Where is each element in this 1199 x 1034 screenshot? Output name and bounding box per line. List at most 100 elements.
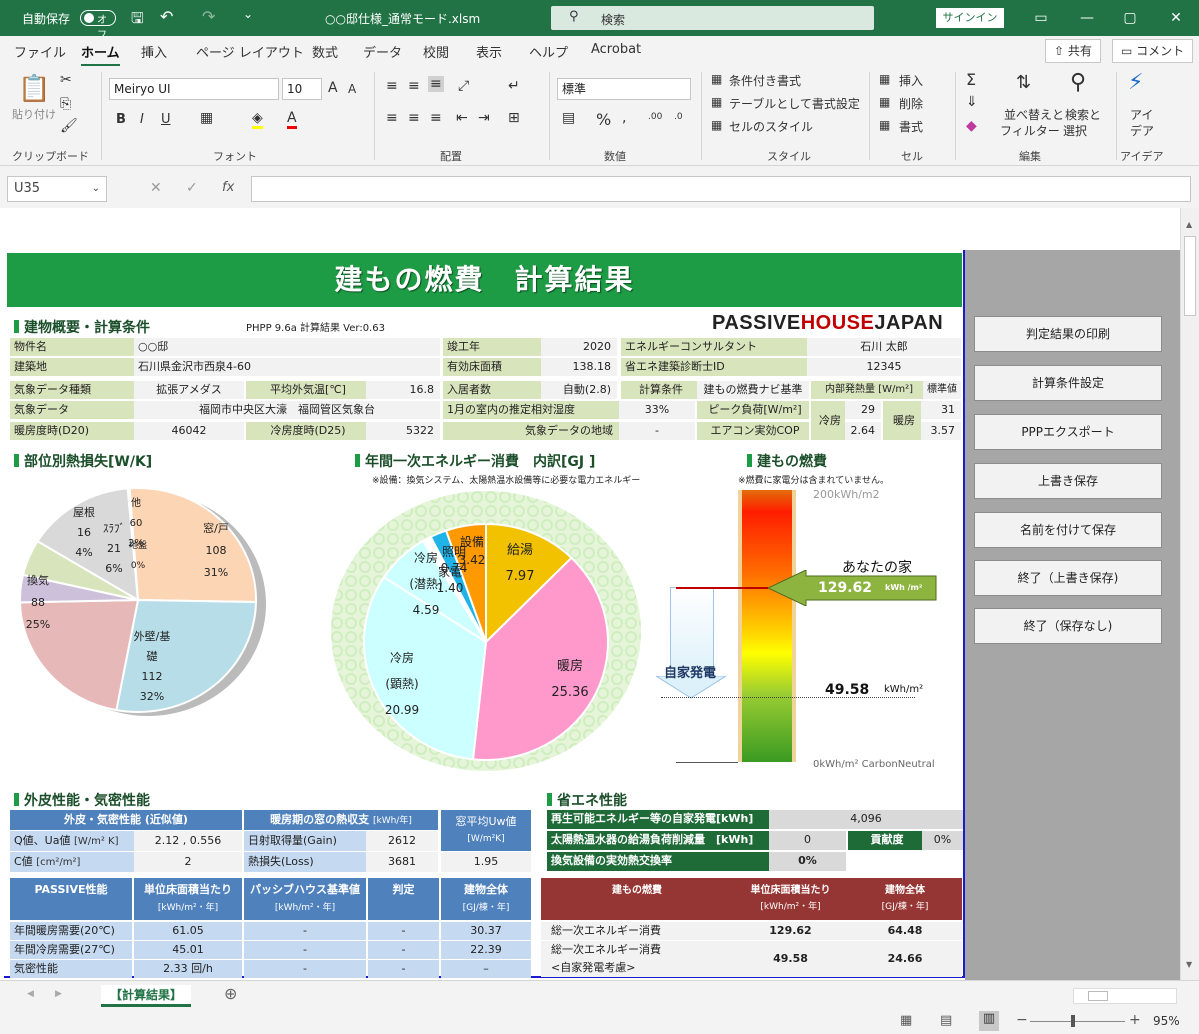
diag-value[interactable]: 12345 (807, 358, 961, 376)
add-sheet-icon[interactable]: ⊕ (224, 984, 237, 1003)
scroll-up-icon[interactable]: ▲ (1186, 220, 1192, 229)
tab-scroll-left-icon[interactable]: ◀ (27, 989, 34, 999)
calc-value[interactable]: 建もの燃費ナビ基準 (697, 381, 809, 399)
occ-value[interactable]: 自動(2.8) (541, 381, 617, 399)
year-value[interactable]: 2020 (541, 338, 617, 356)
format-painter-icon[interactable]: 🖌 (60, 118, 78, 134)
copy-icon[interactable]: ⎘ (60, 96, 71, 112)
format-table-icon[interactable]: ▦ (711, 95, 722, 109)
delete-cells-button[interactable]: 削除 (899, 95, 923, 112)
close-icon[interactable]: ✕ (1166, 8, 1186, 28)
cut-icon[interactable]: ✂ (60, 72, 72, 88)
tab-scroll-right-icon[interactable]: ▶ (55, 989, 62, 999)
vertical-scrollbar[interactable]: ▲ ▼ (1180, 208, 1199, 980)
signin-button[interactable]: サインイン (936, 8, 1004, 28)
ideas-label-2[interactable]: デア (1130, 122, 1154, 139)
fill-color-icon[interactable]: ◈ (252, 110, 263, 129)
comma-icon[interactable]: , (622, 110, 626, 126)
decrease-decimal-icon[interactable]: .0 (674, 112, 683, 122)
orientation-icon[interactable]: ⤢ (458, 78, 469, 94)
format-cells-icon[interactable]: ▦ (879, 118, 890, 132)
find-select-label-1[interactable]: 検索と (1065, 106, 1101, 123)
grow-font-icon[interactable]: A (328, 80, 338, 96)
macro-button-4[interactable]: 上書き保存 (974, 463, 1162, 499)
macro-button-3[interactable]: PPPエクスポート (974, 414, 1162, 450)
page-break-view-icon[interactable]: ▥ (979, 1011, 999, 1031)
search-box[interactable]: ⚲ 検索 (551, 6, 874, 30)
tab-home[interactable]: ホーム (81, 42, 120, 67)
ideas-icon[interactable]: ⚡ (1128, 70, 1143, 95)
sort-filter-icon[interactable]: ⇅ (1016, 72, 1031, 93)
normal-view-icon[interactable]: ▦ (900, 1013, 912, 1028)
indent-increase-icon[interactable]: ⇥ (478, 110, 490, 126)
clear-icon[interactable]: ◆ (966, 118, 977, 134)
maximize-icon[interactable]: ▢ (1120, 8, 1140, 28)
page-layout-view-icon[interactable]: ▤ (940, 1013, 952, 1028)
align-right-icon[interactable]: ≡ (430, 110, 442, 126)
bold-icon[interactable]: B (116, 112, 126, 127)
wx-type-value[interactable]: 拡張アメダス (134, 381, 244, 399)
insert-cells-icon[interactable]: ▦ (879, 72, 890, 86)
font-size-select[interactable]: 10 (282, 78, 322, 100)
consultant-value[interactable]: 石川 太郎 (807, 338, 961, 356)
save-icon[interactable]: 🖫 (131, 8, 144, 33)
comment-button[interactable]: ▭ コメント (1112, 39, 1194, 63)
enter-icon[interactable]: ✓ (186, 180, 198, 196)
zoom-level[interactable]: 95% (1153, 1014, 1180, 1028)
redo-icon[interactable]: ↷ (202, 7, 215, 26)
conditional-format-button[interactable]: 条件付き書式 (729, 72, 801, 89)
tab-view[interactable]: 表示 (476, 42, 502, 61)
font-color-icon[interactable]: A (287, 110, 297, 129)
number-format-select[interactable]: 標準 (557, 78, 691, 100)
bukken-value[interactable]: ○○邸 (134, 338, 440, 356)
sort-filter-label-2[interactable]: フィルター (1000, 122, 1060, 139)
paste-label[interactable]: 貼り付け (12, 106, 56, 122)
macro-button-7[interactable]: 終了（保存なし) (974, 608, 1162, 644)
tab-insert[interactable]: 挿入 (141, 42, 167, 61)
wx-value[interactable]: 福岡市中央区大濠 福岡管区気象台 (134, 401, 440, 419)
delete-cells-icon[interactable]: ▦ (879, 95, 890, 109)
align-left-icon[interactable]: ≡ (386, 110, 398, 126)
undo-icon[interactable]: ↶ (160, 7, 173, 26)
underline-icon[interactable]: U (161, 112, 171, 127)
tab-review[interactable]: 校閲 (423, 42, 449, 61)
macro-button-5[interactable]: 名前を付けて保存 (974, 512, 1162, 548)
fill-icon[interactable]: ⇓ (966, 94, 978, 110)
macro-button-6[interactable]: 終了（上書き保存) (974, 560, 1162, 596)
macro-button-2[interactable]: 計算条件設定 (974, 365, 1162, 401)
name-box[interactable]: U35 ⌄ (7, 176, 107, 202)
minimize-icon[interactable]: — (1077, 8, 1097, 28)
tab-help[interactable]: ヘルプ (529, 42, 568, 61)
find-select-label-2[interactable]: 選択 (1063, 122, 1087, 139)
horizontal-scrollbar[interactable] (1073, 988, 1177, 1004)
zoom-slider-thumb[interactable] (1071, 1015, 1075, 1027)
sheet-tab-results[interactable]: 【計算結果】 (101, 985, 191, 1007)
scroll-down-icon[interactable]: ▼ (1186, 960, 1192, 969)
italic-icon[interactable]: I (140, 112, 144, 127)
cell-styles-button[interactable]: セルのスタイル (729, 118, 813, 135)
align-middle-icon[interactable]: ≡ (408, 78, 420, 94)
wrap-text-icon[interactable]: ↵ (508, 78, 520, 94)
autosave-toggle[interactable]: オフ (80, 10, 116, 41)
formula-input[interactable] (251, 176, 1191, 202)
zoom-slider[interactable] (1030, 1021, 1125, 1022)
paste-icon[interactable]: 📋 (18, 74, 50, 104)
ideas-label-1[interactable]: アイ (1130, 106, 1153, 123)
autosum-icon[interactable]: Σ (966, 70, 976, 89)
increase-decimal-icon[interactable]: .00 (648, 112, 662, 122)
align-top-icon[interactable]: ≡ (386, 78, 398, 94)
cell-styles-icon[interactable]: ▦ (711, 118, 722, 132)
zoom-in-icon[interactable]: + (1129, 1012, 1141, 1028)
align-bottom-icon[interactable]: ≡ (428, 76, 444, 92)
macro-button-1[interactable]: 判定結果の印刷 (974, 316, 1162, 352)
tab-acrobat[interactable]: Acrobat (591, 42, 641, 57)
font-name-select[interactable]: Meiryo UI (109, 78, 279, 100)
cancel-icon[interactable]: ✕ (150, 180, 162, 196)
tab-data[interactable]: データ (363, 42, 402, 61)
tab-file[interactable]: ファイル (14, 42, 66, 61)
merge-center-icon[interactable]: ⊞ (508, 110, 520, 126)
window-title[interactable]: ○○邸仕様_通常モード.xlsm (325, 10, 480, 27)
ribbon-display-icon[interactable]: ▭ (1031, 8, 1051, 28)
find-select-icon[interactable]: ⚲ (1070, 70, 1086, 95)
accounting-icon[interactable]: ▤ (562, 110, 575, 126)
